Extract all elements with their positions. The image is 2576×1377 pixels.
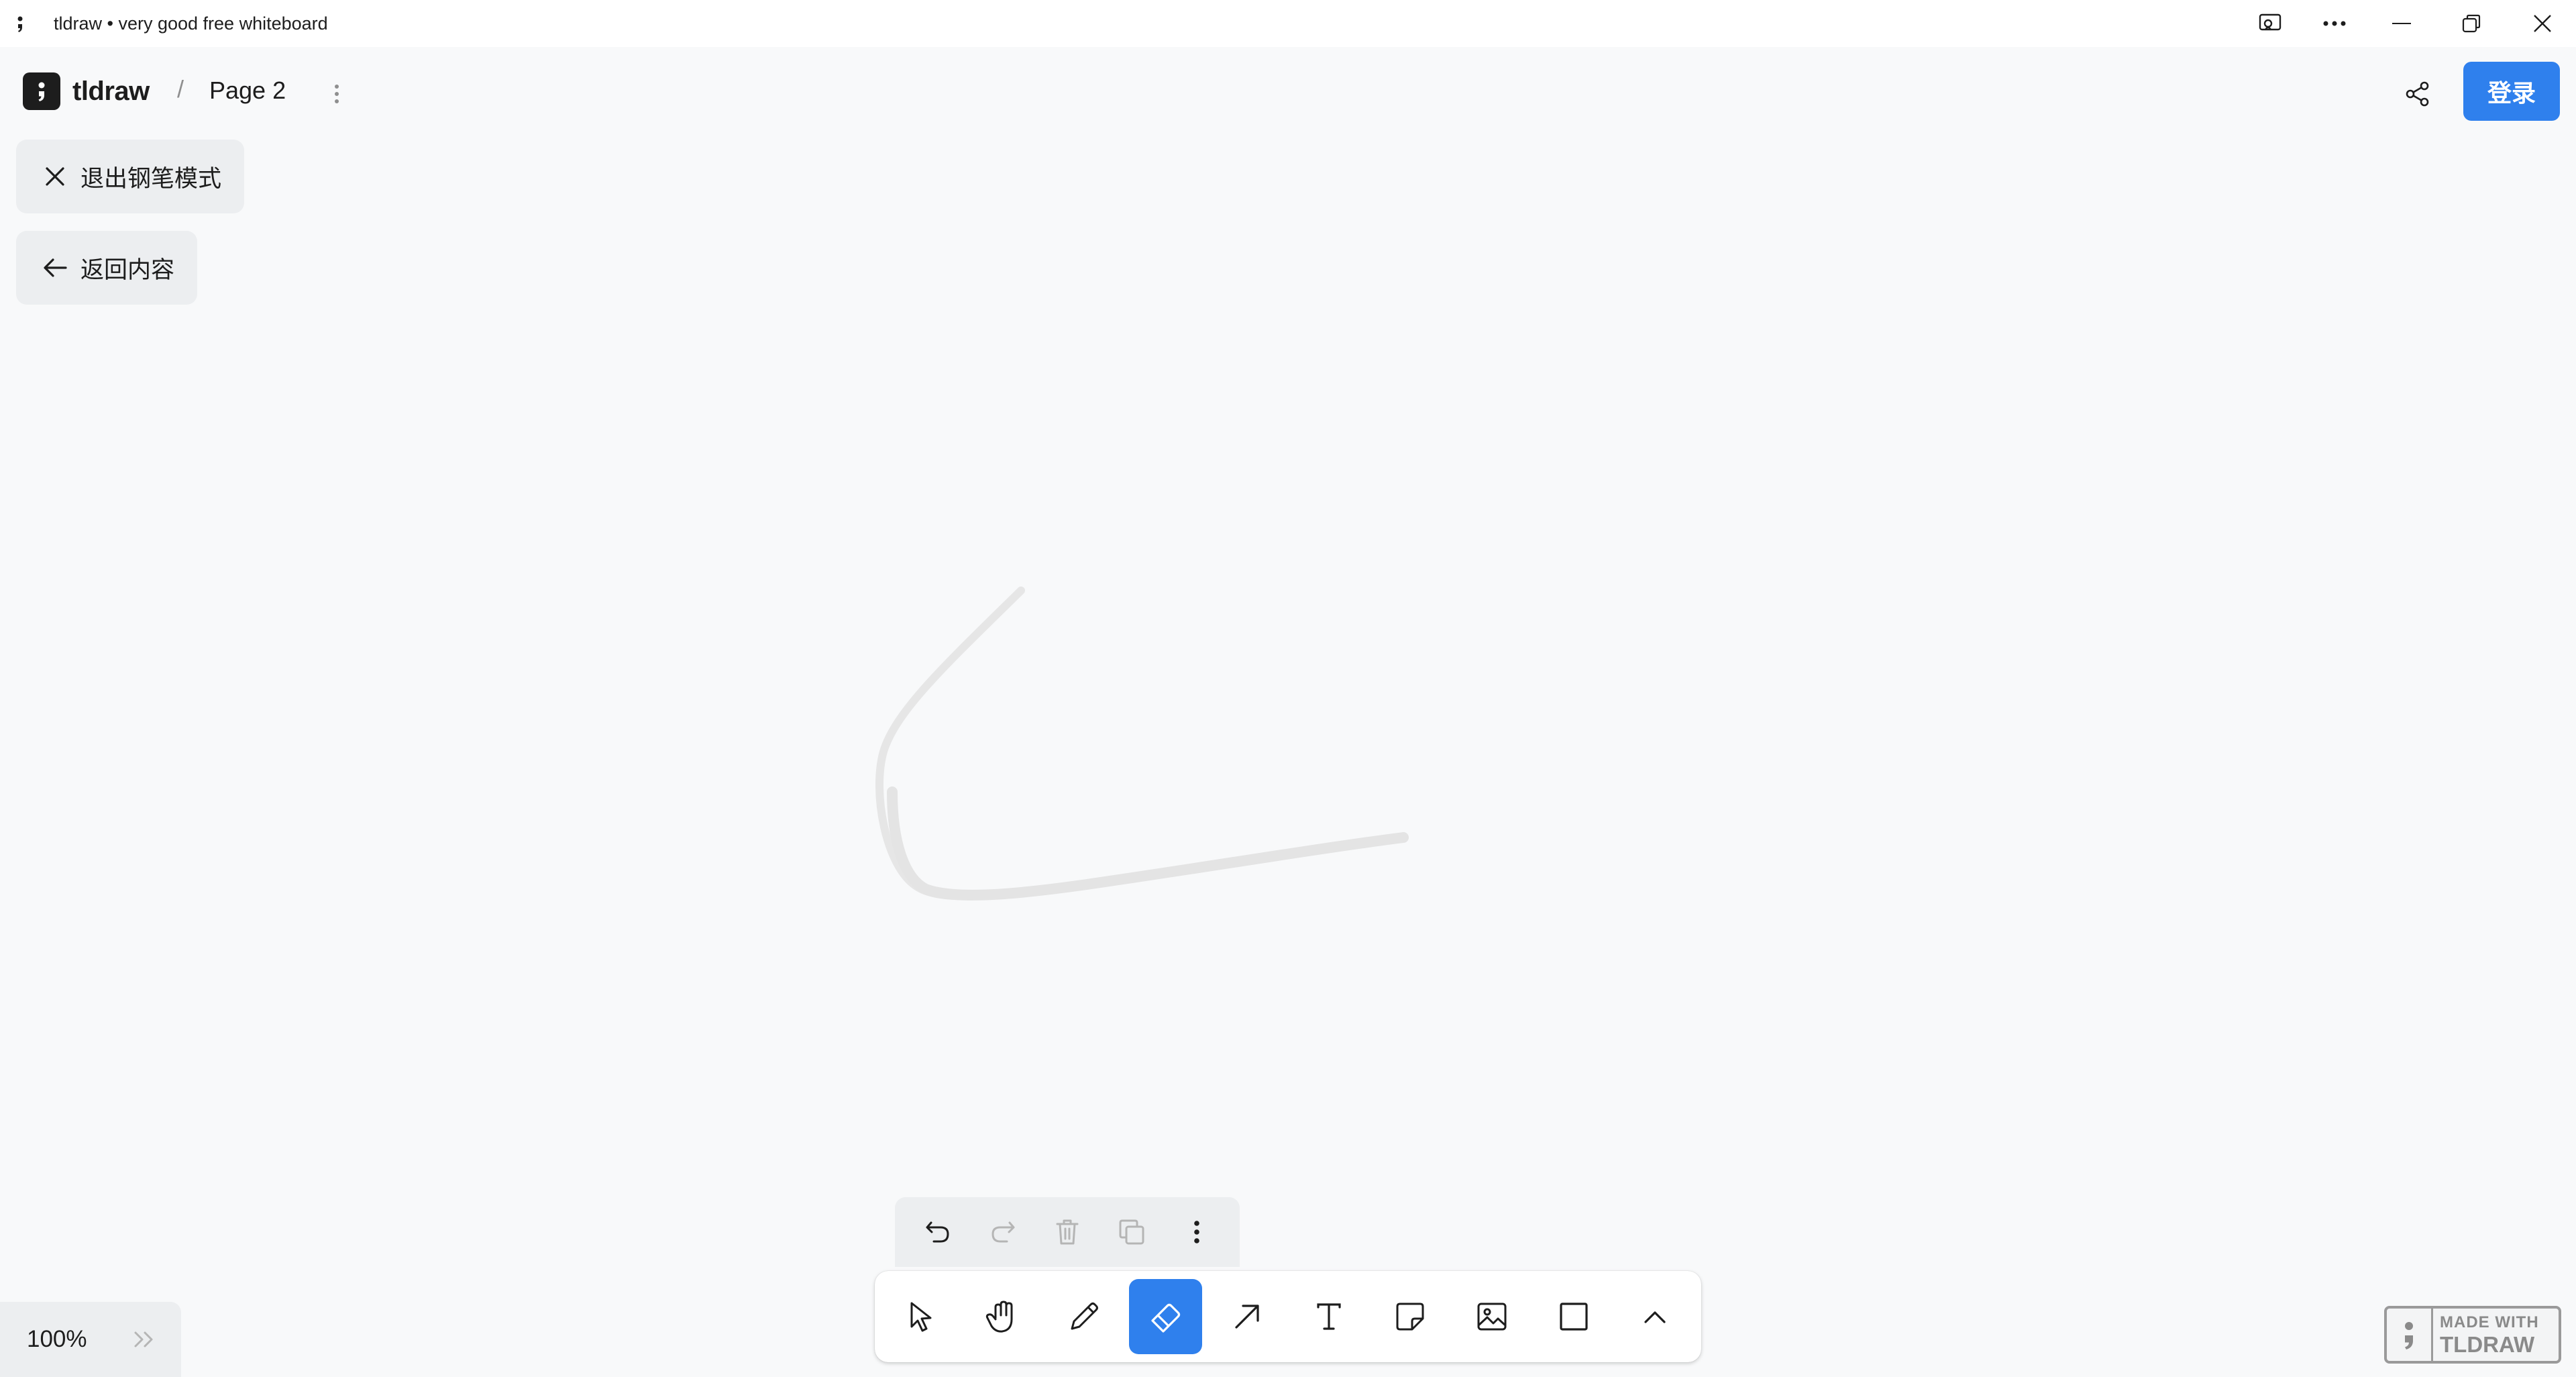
duplicate-icon[interactable] [1105, 1205, 1159, 1259]
tool-eraser[interactable] [1128, 1279, 1203, 1354]
restore-icon[interactable] [2438, 0, 2505, 47]
main-toolbar [875, 1271, 1701, 1362]
sticky-note-icon [1396, 1303, 1424, 1331]
tool-text[interactable] [1292, 1279, 1366, 1354]
zoom-level[interactable]: 100% [27, 1326, 107, 1353]
page-menu-icon[interactable] [325, 78, 349, 110]
minimize-icon[interactable] [2368, 0, 2435, 47]
tool-media[interactable] [1455, 1279, 1529, 1354]
zoom-menu[interactable]: 100% [0, 1302, 181, 1377]
tldraw-logo-icon [23, 72, 60, 110]
window-titlebar: tldraw • very good free whiteboard [0, 0, 2576, 47]
chevrons-right-icon[interactable] [131, 1326, 158, 1353]
tldraw-app-icon [17, 16, 23, 32]
undo-icon[interactable] [911, 1205, 965, 1259]
back-to-content-button[interactable]: 返回内容 [16, 231, 198, 305]
cast-icon[interactable] [2237, 0, 2304, 47]
tool-hand[interactable] [966, 1279, 1040, 1354]
window-title: tldraw • very good free whiteboard [54, 13, 328, 34]
close-icon [40, 162, 70, 191]
rectangle-icon [1559, 1303, 1588, 1331]
tool-arrow[interactable] [1210, 1279, 1284, 1354]
close-window-icon[interactable] [2509, 0, 2576, 47]
breadcrumb-separator: / [177, 75, 184, 103]
arrow-icon [1235, 1305, 1259, 1329]
image-icon [1477, 1303, 1507, 1331]
watermark-line1: MADE WITH [2440, 1313, 2539, 1331]
more-vertical-icon[interactable] [1170, 1205, 1224, 1259]
arrow-left-icon [40, 253, 70, 283]
watermark-line2: TLDRAW [2440, 1331, 2535, 1357]
tool-note[interactable] [1374, 1279, 1448, 1354]
watermark-text: MADE WITH TLDRAW [2440, 1313, 2539, 1357]
tool-select[interactable] [884, 1279, 958, 1354]
share-icon[interactable] [2398, 74, 2438, 114]
more-horizontal-icon[interactable] [2301, 0, 2368, 47]
drawing-canvas[interactable] [0, 47, 2576, 1377]
logo-text: tldraw [72, 76, 150, 106]
tool-draw[interactable] [1047, 1279, 1121, 1354]
made-with-tldraw-watermark[interactable]: MADE WITH TLDRAW [2384, 1306, 2561, 1364]
tldraw-watermark-icon [2387, 1309, 2433, 1361]
login-button[interactable]: 登录 [2463, 62, 2560, 121]
cursor-icon [910, 1302, 932, 1332]
pencil-icon [1071, 1303, 1098, 1330]
exit-pen-mode-label: 退出钢笔模式 [80, 165, 222, 192]
eraser-icon [1150, 1303, 1180, 1333]
chevron-up-icon [1644, 1311, 1666, 1323]
hand-icon [986, 1300, 1013, 1333]
trash-icon[interactable] [1040, 1205, 1094, 1259]
back-to-content-label: 返回内容 [80, 256, 175, 283]
page-name[interactable]: Page 2 [209, 76, 286, 105]
text-icon [1317, 1303, 1341, 1330]
tool-rectangle[interactable] [1537, 1279, 1611, 1354]
exit-pen-mode-button[interactable]: 退出钢笔模式 [16, 140, 245, 213]
quick-actions-bar [895, 1197, 1240, 1267]
tldraw-logo[interactable]: tldraw [23, 70, 150, 113]
redo-icon[interactable] [976, 1205, 1030, 1259]
tool-more[interactable] [1618, 1279, 1692, 1354]
